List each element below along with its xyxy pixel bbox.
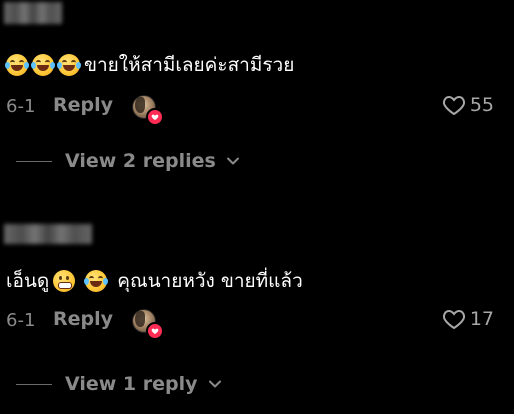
comment-meta-row: 6-1 Reply 17 xyxy=(0,306,514,340)
like-count: 17 xyxy=(469,308,494,330)
chevron-down-icon xyxy=(226,154,240,168)
comment-meta-row: 6-1 Reply 55 xyxy=(0,92,514,126)
creator-heart-badge-icon xyxy=(146,108,164,126)
grinning-emoji-icon xyxy=(53,270,76,292)
comment-prefix: เอ็นดู xyxy=(6,270,50,292)
like-button[interactable]: 55 xyxy=(442,94,494,116)
reply-button[interactable]: Reply xyxy=(53,308,113,330)
tears-of-joy-emoji-icon xyxy=(5,54,29,76)
comment-body: ขายให้สามีเลยค่ะสามีรวย xyxy=(84,54,295,76)
like-count: 55 xyxy=(469,94,494,116)
username-blurred[interactable] xyxy=(4,2,62,24)
username-blurred[interactable] xyxy=(4,224,92,244)
tears-of-joy-emoji-icon xyxy=(31,54,55,76)
like-button[interactable]: 17 xyxy=(442,308,494,330)
tears-of-joy-emoji-icon xyxy=(57,54,81,76)
heart-outline-icon xyxy=(442,309,465,330)
tears-of-joy-emoji-icon xyxy=(84,270,109,292)
heart-outline-icon xyxy=(442,95,465,116)
comment-text: ขายให้สามีเลยค่ะสามีรวย xyxy=(5,50,295,80)
comment-item: ขายให้สามีเลยค่ะสามีรวย 6-1 Reply 55 Vie… xyxy=(0,0,514,205)
divider-line xyxy=(16,383,52,385)
view-replies-label: View 2 replies xyxy=(65,150,216,172)
view-replies-label: View 1 reply xyxy=(65,373,198,395)
comment-text: เอ็นดู คุณนายหวัง ขายที่แล้ว xyxy=(6,266,303,296)
reply-button[interactable]: Reply xyxy=(53,94,113,116)
divider-line xyxy=(16,160,52,162)
creator-heart-badge-icon xyxy=(146,322,164,340)
view-replies-button[interactable]: View 2 replies xyxy=(16,150,240,172)
view-replies-button[interactable]: View 1 reply xyxy=(16,373,222,395)
comment-date: 6-1 xyxy=(6,96,36,117)
comment-body: คุณนายหวัง ขายที่แล้ว xyxy=(117,270,303,292)
comment-item: เอ็นดู คุณนายหวัง ขายที่แล้ว 6-1 Reply 1… xyxy=(0,218,514,414)
comment-date: 6-1 xyxy=(6,310,36,331)
chevron-down-icon xyxy=(208,377,222,391)
